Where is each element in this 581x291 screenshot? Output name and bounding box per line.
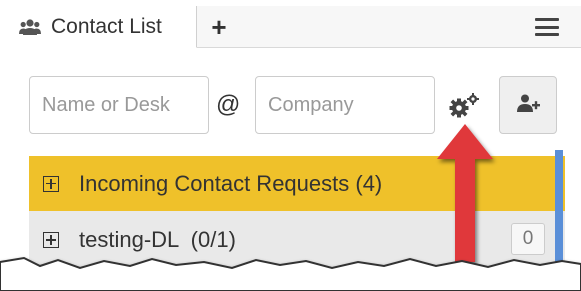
add-contact-button[interactable] (499, 76, 557, 134)
incoming-requests-row[interactable]: Incoming Contact Requests (4) (29, 156, 565, 211)
company-input[interactable] (255, 76, 435, 134)
tab-contact-list[interactable]: Contact List (10, 6, 197, 48)
scrollbar[interactable] (555, 150, 563, 263)
contact-list: Incoming Contact Requests (4) testing-DL… (29, 156, 565, 291)
gears-icon[interactable] (447, 91, 483, 121)
name-or-desk-input[interactable] (29, 76, 209, 134)
hamburger-menu-icon[interactable] (532, 14, 562, 40)
contact-list-panel: Contact List + @ (10, 6, 581, 291)
expand-icon[interactable] (43, 232, 59, 248)
add-user-icon (516, 93, 540, 118)
add-tab-button[interactable]: + (204, 6, 234, 48)
expand-icon[interactable] (43, 175, 59, 192)
incoming-requests-label: Incoming Contact Requests (4) (79, 170, 383, 196)
group-row-testing-dl[interactable]: testing-DL (0/1) 0 (29, 211, 565, 269)
search-row: @ (10, 48, 581, 156)
tab-label: Contact List (51, 14, 162, 38)
group-label: testing-DL (0/1) (79, 227, 236, 252)
count-badge: 0 (511, 223, 545, 255)
users-icon (19, 18, 41, 36)
tab-bar: Contact List + (10, 6, 581, 48)
at-sign-label: @ (216, 91, 241, 118)
